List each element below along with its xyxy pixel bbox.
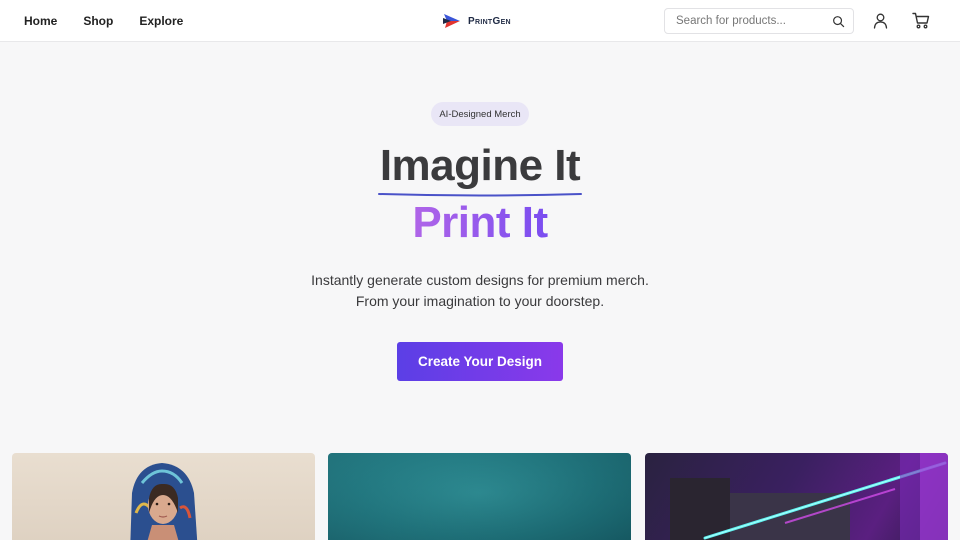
brand-name: PrintGen (468, 15, 511, 27)
cart-icon[interactable] (912, 12, 930, 29)
hero-title-line2: Print It (0, 198, 960, 248)
hero-subtitle-line2: From your imagination to your doorstep. (355, 293, 605, 309)
hero-badge: AI-Designed Merch (431, 102, 529, 126)
search-box (664, 8, 854, 34)
hoodie-model-image (130, 463, 198, 540)
site-header: Home Shop Explore PrintGen (0, 0, 960, 42)
teal-backdrop-image (328, 453, 631, 540)
product-card-teal[interactable] (328, 453, 631, 540)
search-input[interactable] (665, 9, 825, 33)
logo-icon (443, 14, 460, 28)
main-nav: Home Shop Explore (24, 0, 183, 42)
search-icon[interactable] (832, 15, 845, 28)
nav-shop-link[interactable]: Shop (83, 14, 113, 28)
title-underline (378, 193, 582, 197)
hero-title-line1: Imagine It (379, 141, 581, 190)
create-design-button[interactable]: Create Your Design (397, 342, 563, 381)
product-card-neon[interactable] (645, 453, 948, 540)
brand-logo[interactable]: PrintGen (443, 11, 511, 31)
hero-subtitle-line1: Instantly generate custom designs for pr… (311, 272, 649, 288)
nav-home-link[interactable]: Home (24, 14, 57, 28)
gradient-title-text: Print It (412, 198, 548, 247)
product-card-hoodie[interactable] (12, 453, 315, 540)
nav-explore-link[interactable]: Explore (139, 14, 183, 28)
neon-building-image (670, 453, 948, 540)
user-icon[interactable] (873, 13, 888, 29)
